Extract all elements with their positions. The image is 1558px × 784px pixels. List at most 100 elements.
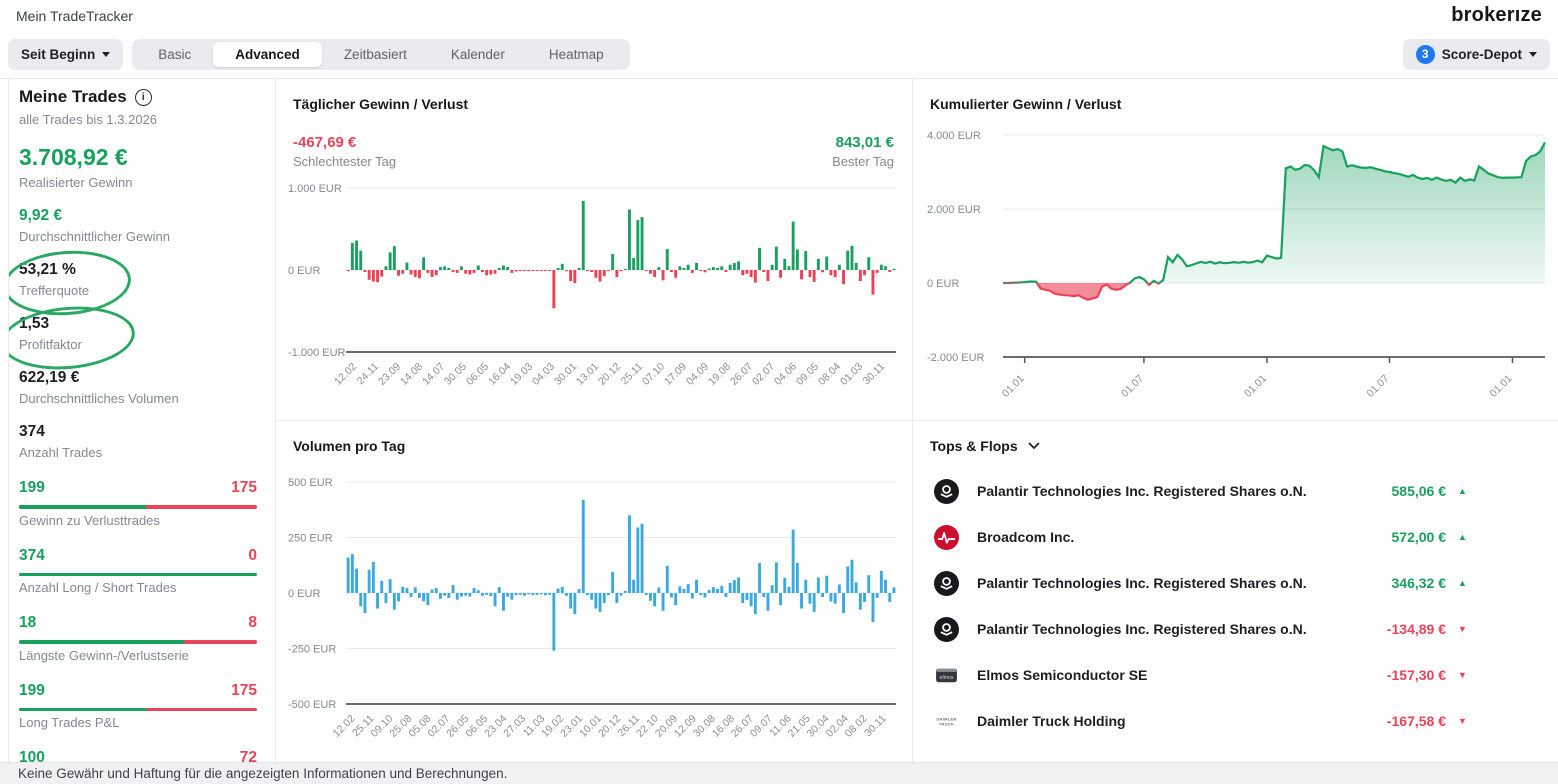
arrow-up-icon: ▲ (1458, 532, 1470, 542)
tab-basic[interactable]: Basic (136, 42, 213, 67)
svg-text:06.05: 06.05 (464, 361, 491, 388)
volume-panel: Volumen pro Tag 500 EUR250 EUR0 EUR-250 … (276, 421, 912, 762)
sidebar-subtitle: alle Trades bis 1.3.2026 (19, 112, 275, 127)
pnl-value: 585,06 € (1392, 483, 1447, 499)
svg-text:04.09: 04.09 (684, 361, 711, 388)
depot-selector-button[interactable]: 3 Score-Depot (1403, 39, 1550, 70)
svg-text:30.05: 30.05 (442, 361, 469, 388)
best-day-stat: 843,01 € Bester Tag (832, 134, 894, 169)
svg-text:01.01: 01.01 (1000, 373, 1027, 400)
disclaimer-text: Keine Gewähr und Haftung für die angezei… (18, 766, 507, 781)
ratio-left-value: 18 (19, 614, 36, 632)
ratio-stat: 3740Anzahl Long / Short Trades (19, 547, 257, 596)
stat: 3.708,92 € Realisierter Gewinn (19, 144, 257, 190)
page-title: Mein TradeTracker (16, 8, 133, 24)
svg-text:24.11: 24.11 (355, 361, 382, 388)
arrow-down-icon: ▼ (1458, 624, 1470, 634)
tab-kalender[interactable]: Kalender (429, 42, 527, 67)
svg-text:4.000 EUR: 4.000 EUR (927, 130, 981, 142)
app-header: Mein TradeTracker brokerıze (0, 0, 1558, 34)
broadcom-logo-icon (934, 525, 959, 550)
svg-text:14.07: 14.07 (420, 361, 447, 388)
stat-value: 1,53 (19, 315, 257, 333)
tops-flops-row[interactable]: Palantir Technologies Inc. Registered Sh… (930, 560, 1558, 606)
svg-text:20.12: 20.12 (596, 361, 623, 388)
svg-text:-1.000 EUR: -1.000 EUR (288, 347, 346, 359)
svg-text:07.10: 07.10 (640, 361, 667, 388)
svg-text:01.01: 01.01 (1242, 373, 1269, 400)
stat-value: 3.708,92 € (19, 144, 257, 171)
tops-flops-list: Palantir Technologies Inc. Registered Sh… (930, 468, 1558, 744)
tops-flops-row[interactable]: DAIMLERTRUCKDaimler Truck Holding-167,58… (930, 698, 1558, 744)
ratio-bar (19, 640, 257, 644)
ratio-label: Längste Gewinn-/Verlustserie (19, 648, 257, 663)
brokerize-logo: brokerıze (1451, 4, 1542, 27)
tops-flops-title: Tops & Flops (930, 438, 1018, 454)
stat: 53,21 %Trefferquote (19, 261, 257, 298)
svg-text:25.11: 25.11 (619, 361, 646, 388)
stat-label: Trefferquote (19, 283, 257, 298)
ratio-stat: 199 175 Gewinn zu Verlusttrades (19, 479, 257, 528)
elmos-logo-icon: elmos (934, 663, 959, 688)
svg-text:2.000 EUR: 2.000 EUR (927, 204, 981, 216)
depot-label: Score-Depot (1442, 47, 1522, 62)
ratio-left-value: 199 (19, 479, 45, 497)
ratio-right-value: 175 (231, 682, 257, 700)
daily-panel-title: Täglicher Gewinn / Verlust (293, 96, 912, 112)
ratio-right-value: 175 (231, 479, 257, 497)
instrument-name: Palantir Technologies Inc. Registered Sh… (977, 575, 1392, 591)
ratio-stat: 188Längste Gewinn-/Verlustserie (19, 614, 257, 663)
tops-flops-row[interactable]: Broadcom Inc.572,00 €▲ (930, 514, 1558, 560)
view-tabs: BasicAdvancedZeitbasiertKalenderHeatmap (132, 39, 629, 70)
tab-advanced[interactable]: Advanced (213, 42, 322, 67)
tab-zeitbasiert[interactable]: Zeitbasiert (322, 42, 429, 67)
ratio-label: Anzahl Long / Short Trades (19, 580, 257, 595)
stat-label: Realisierter Gewinn (19, 175, 257, 190)
svg-text:16.04: 16.04 (486, 361, 513, 388)
chevron-down-icon (1529, 52, 1537, 57)
pnl-value: -157,30 € (1387, 667, 1446, 683)
stat-value: 9,92 € (19, 207, 257, 225)
instrument-name: Palantir Technologies Inc. Registered Sh… (977, 621, 1387, 637)
svg-text:30.11: 30.11 (862, 713, 889, 740)
svg-text:12.02: 12.02 (332, 361, 359, 388)
palantir-logo-icon (934, 617, 959, 642)
svg-text:01.03: 01.03 (838, 361, 865, 388)
stat: 622,19 € Durchschnittliches Volumen (19, 369, 257, 406)
daimler-truck-logo-icon: DAIMLERTRUCK (934, 709, 959, 734)
chevron-down-icon (102, 52, 110, 57)
tops-flops-header[interactable]: Tops & Flops (930, 438, 1558, 454)
ratio-bar (19, 505, 257, 509)
stat-label: Profitfaktor (19, 337, 257, 352)
ratio-label: Long Trades P&L (19, 715, 257, 730)
date-range-button[interactable]: Seit Beginn (8, 39, 123, 70)
tops-flops-row[interactable]: Palantir Technologies Inc. Registered Sh… (930, 606, 1558, 652)
svg-text:23.09: 23.09 (376, 361, 403, 388)
cumulative-panel-title: Kumulierter Gewinn / Verlust (930, 96, 1558, 112)
ratio-label: Gewinn zu Verlusttrades (19, 513, 257, 528)
tab-heatmap[interactable]: Heatmap (527, 42, 626, 67)
svg-text:17.09: 17.09 (662, 361, 689, 388)
svg-text:01.07: 01.07 (1364, 373, 1391, 400)
svg-text:13.01: 13.01 (574, 361, 601, 388)
best-day-label: Bester Tag (832, 154, 894, 169)
svg-text:26.07: 26.07 (728, 361, 755, 388)
stat-value: 622,19 € (19, 369, 257, 387)
tops-flops-row[interactable]: Palantir Technologies Inc. Registered Sh… (930, 468, 1558, 514)
svg-text:250 EUR: 250 EUR (288, 532, 333, 544)
svg-text:01.01: 01.01 (1488, 373, 1515, 400)
palantir-logo-icon (934, 571, 959, 596)
volume-chart: 500 EUR250 EUR0 EUR-250 EUR-500 EUR12.02… (284, 461, 904, 766)
instrument-name: Broadcom Inc. (977, 529, 1392, 545)
svg-text:09.05: 09.05 (794, 361, 821, 388)
ratio-bar (19, 708, 257, 712)
worst-day-value: -467,69 € (293, 134, 396, 151)
tops-flops-panel: Tops & Flops Palantir Technologies Inc. … (913, 421, 1558, 762)
tops-flops-row[interactable]: elmosElmos Semiconductor SE-157,30 €▼ (930, 652, 1558, 698)
ratio-left-value: 199 (19, 682, 45, 700)
depot-score-badge-icon: 3 (1416, 45, 1435, 64)
ratio-stat-list: 199 175 Gewinn zu Verlusttrades 3740Anzahl … (19, 479, 275, 762)
stat-label: Durchschnittliches Volumen (19, 391, 257, 406)
info-icon[interactable]: i (135, 89, 152, 106)
daily-pnl-panel: Täglicher Gewinn / Verlust -467,69 € Sch… (276, 79, 912, 420)
